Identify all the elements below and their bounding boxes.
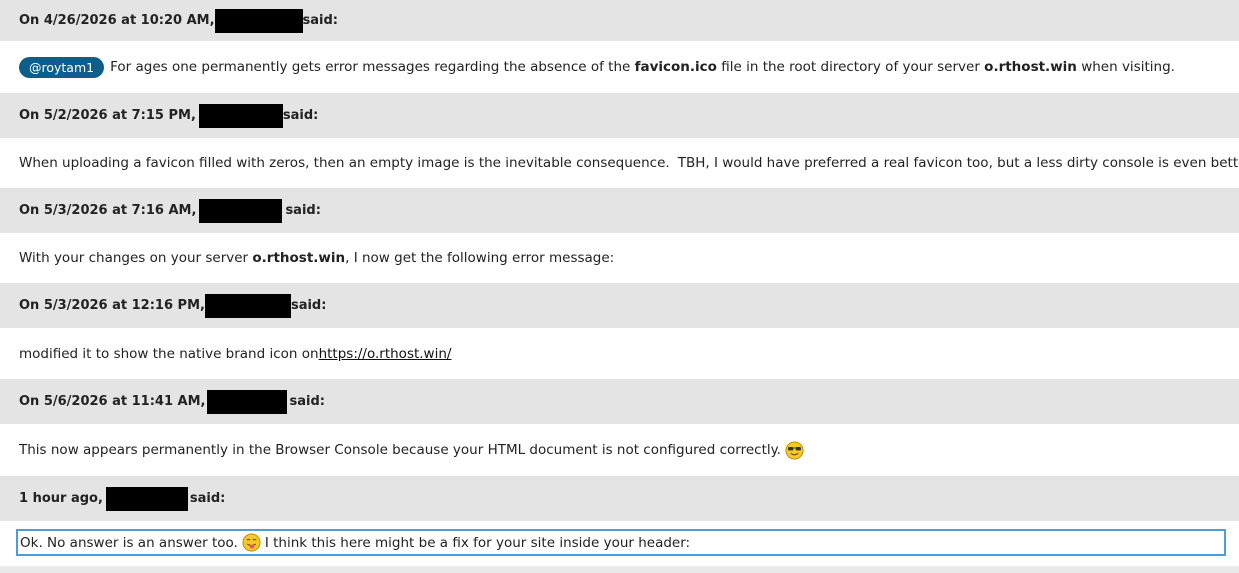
cool-sunglasses-emoji bbox=[785, 440, 804, 460]
bold-server: o.rthost.win bbox=[984, 59, 1077, 75]
redacted-username bbox=[198, 103, 283, 128]
redacted-username bbox=[214, 8, 303, 33]
quote-body: When uploading a favicon filled with zer… bbox=[0, 138, 1239, 188]
quote-text: TBH, I would have preferred a real favic… bbox=[677, 155, 1239, 171]
quote-date: On 5/6/2026 at 11:41 AM, bbox=[19, 394, 206, 409]
quote-body: modified it to show the native brand ico… bbox=[0, 328, 1239, 379]
reply-editor[interactable]: Ok. No answer is an answer too. I think … bbox=[16, 529, 1226, 556]
quote-body: With your changes on your server o.rthos… bbox=[0, 233, 1239, 283]
quote-text: When uploading a favicon filled with zer… bbox=[19, 155, 670, 171]
quote-header: 1 hour ago, said: bbox=[0, 476, 1239, 521]
redacted-username bbox=[207, 389, 288, 414]
quote-text: This now appears permanently in the Brow… bbox=[19, 442, 781, 458]
editor-text: Ok. No answer is an answer too. bbox=[20, 534, 238, 551]
editor-text: I think this here might be a fix for you… bbox=[264, 534, 691, 551]
quote-said: said: bbox=[289, 394, 325, 409]
quote-body: This now appears permanently in the Brow… bbox=[0, 424, 1239, 476]
quote-text: modified it to show the native brand ico… bbox=[19, 345, 319, 362]
quote-said: said: bbox=[282, 108, 319, 123]
quote-header: On 4/26/2026 at 10:20 AM, said: bbox=[0, 0, 1239, 41]
tongue-out-emoji bbox=[242, 533, 261, 552]
quote-header: On 5/6/2026 at 11:41 AM, said: bbox=[0, 379, 1239, 424]
quote-header: On 5/3/2026 at 7:16 AM, said: bbox=[0, 188, 1239, 233]
user-mention[interactable]: @roytam1 bbox=[19, 56, 105, 78]
quote-date: On 5/3/2026 at 12:16 PM, bbox=[19, 298, 205, 313]
bold-server: o.rthost.win bbox=[252, 250, 346, 266]
quote-header: On 5/3/2026 at 12:16 PM, said: bbox=[0, 283, 1239, 328]
quote-said: said: bbox=[189, 491, 226, 506]
quote-said: said: bbox=[290, 298, 327, 313]
redacted-username bbox=[105, 486, 188, 511]
quote-date: On 4/26/2026 at 10:20 AM, bbox=[19, 13, 215, 28]
quote-header: On 5/2/2026 at 7:15 PM, said: bbox=[0, 93, 1239, 138]
quote-said: said: bbox=[285, 203, 321, 218]
redacted-username bbox=[199, 198, 283, 223]
quote-date: On 5/3/2026 at 7:16 AM, bbox=[19, 203, 197, 218]
quote-body: @roytam1 For ages one permanently gets e… bbox=[0, 41, 1239, 93]
divider bbox=[0, 566, 1239, 573]
quote-date: 1 hour ago, bbox=[19, 491, 103, 506]
quote-thread: On 4/26/2026 at 10:20 AM, said: @roytam1… bbox=[0, 0, 1239, 573]
site-link[interactable]: https://o.rthost.win/ bbox=[319, 346, 452, 362]
quote-text: For ages one permanently gets error mess… bbox=[110, 59, 1175, 75]
quote-said: said: bbox=[302, 13, 339, 28]
quote-text: With your changes on your server o.rthos… bbox=[19, 250, 615, 266]
quote-date: On 5/2/2026 at 7:15 PM, bbox=[19, 108, 196, 123]
bold-filename: favicon.ico bbox=[634, 59, 717, 75]
redacted-username bbox=[204, 293, 291, 318]
